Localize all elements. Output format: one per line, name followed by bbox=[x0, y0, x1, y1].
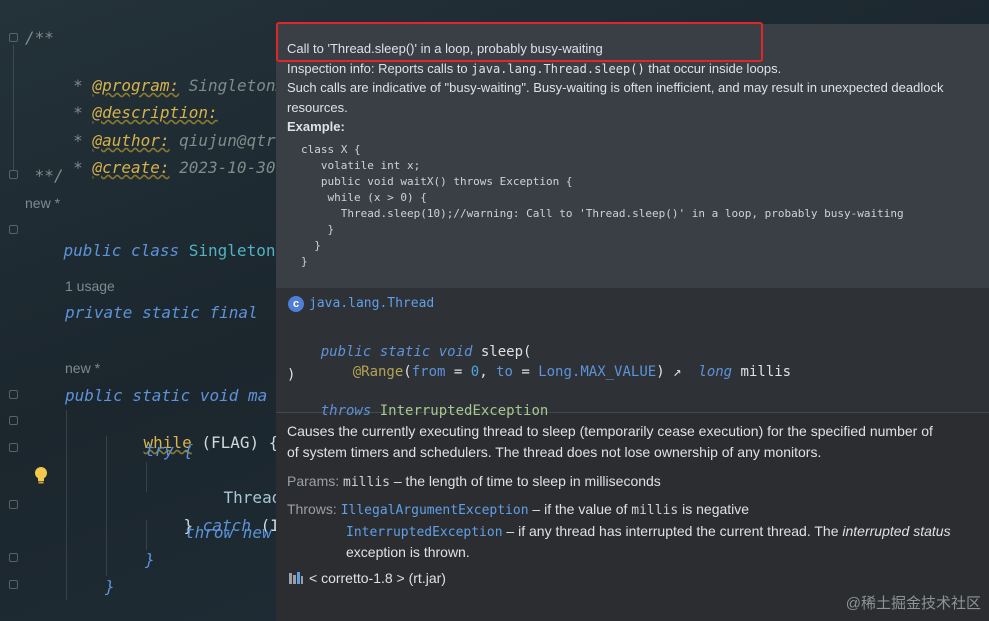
annotation-value[interactable]: Long.MAX_VALUE bbox=[538, 364, 656, 380]
author-hint[interactable]: new * bbox=[25, 195, 60, 211]
param-name: millis bbox=[343, 475, 390, 490]
code-line: /** bbox=[25, 28, 54, 47]
code-line: public class SingletonDem bbox=[25, 221, 305, 281]
inspection-info-prefix: Inspection info: bbox=[287, 61, 375, 76]
inspection-info-text: that occur inside loops. bbox=[644, 61, 782, 76]
library-icon bbox=[289, 572, 303, 584]
highlight-box bbox=[276, 22, 763, 62]
params-label: Params: bbox=[287, 473, 340, 489]
class-link[interactable]: java.lang.Thread bbox=[309, 296, 434, 311]
throws-description: – if the value of bbox=[528, 501, 632, 517]
throws-description-italic: interrupted status bbox=[842, 523, 951, 539]
example-label: Example: bbox=[287, 119, 345, 134]
code-line: } bbox=[105, 577, 115, 596]
inspection-info-code: java.lang.Thread.sleep() bbox=[471, 62, 645, 76]
code-line: try { bbox=[145, 441, 194, 460]
code-line: * @create: 2023-10-30 18 bbox=[25, 138, 304, 198]
fold-marker[interactable] bbox=[9, 390, 18, 399]
fold-marker[interactable] bbox=[9, 443, 18, 452]
code-line: throw new bbox=[185, 523, 272, 542]
signature-punct: ) bbox=[656, 364, 665, 380]
author-hint[interactable]: new * bbox=[65, 360, 100, 376]
signature-punct: , bbox=[479, 364, 497, 380]
code-line: **/ bbox=[25, 166, 64, 185]
throws-label: Throws: bbox=[287, 501, 337, 517]
fold-marker[interactable] bbox=[9, 553, 18, 562]
doc-description: Causes the currently executing thread to… bbox=[287, 423, 933, 439]
indent-guide bbox=[66, 410, 67, 600]
keyword: public class bbox=[63, 241, 189, 260]
fold-marker[interactable] bbox=[9, 580, 18, 589]
code-text: (FLAG) { bbox=[191, 433, 279, 452]
exception-link[interactable]: InterruptedException bbox=[346, 525, 503, 540]
throws-row: exception is thrown. bbox=[346, 544, 470, 560]
params-row: Params: millis – the length of time to s… bbox=[287, 473, 661, 490]
exception-type[interactable]: InterruptedException bbox=[371, 403, 549, 419]
signature-punct: ( bbox=[403, 364, 412, 380]
code-line: private static final bbox=[65, 303, 258, 322]
code-line: } bbox=[145, 550, 155, 569]
fold-marker[interactable] bbox=[9, 416, 18, 425]
signature-keyword: throws bbox=[320, 403, 372, 419]
annotation-param: to bbox=[496, 364, 513, 380]
external-link-icon[interactable]: ↗ bbox=[673, 364, 681, 380]
param-description: – the length of time to sleep in millise… bbox=[389, 473, 661, 489]
example-code: class X { volatile int x; public void wa… bbox=[301, 143, 904, 268]
method-signature-line: ) bbox=[287, 367, 296, 383]
class-icon: c bbox=[288, 296, 304, 312]
inspection-info-text: Reports calls to bbox=[374, 61, 472, 76]
signature-punct: = bbox=[512, 364, 539, 380]
throws-row: InterruptedException – if any thread has… bbox=[346, 523, 951, 540]
annotation[interactable]: @Range bbox=[353, 364, 404, 380]
fold-marker[interactable] bbox=[9, 170, 18, 179]
signature-punct: = bbox=[445, 364, 471, 380]
javadoc-tag: @create: bbox=[92, 158, 170, 177]
exception-link[interactable]: IllegalArgumentException bbox=[341, 503, 529, 518]
throws-description: – if any thread has interrupted the curr… bbox=[502, 523, 843, 539]
throws-description: is negative bbox=[678, 501, 750, 517]
annotation-param: from bbox=[411, 364, 446, 380]
inspection-info: Inspection info: Reports calls to java.l… bbox=[287, 61, 781, 76]
throws-row: Throws: IllegalArgumentException – if th… bbox=[287, 501, 749, 518]
param-name: millis bbox=[631, 503, 679, 518]
watermark: @稀土掘金技术社区 bbox=[845, 595, 981, 612]
gutter-line bbox=[13, 45, 14, 170]
code-line: public static void ma bbox=[65, 386, 268, 405]
fold-marker[interactable] bbox=[9, 500, 18, 509]
comment-star: * bbox=[63, 158, 93, 177]
param-name: millis bbox=[732, 364, 792, 380]
fold-marker[interactable] bbox=[9, 33, 18, 42]
doc-description: of system timers and schedulers. The thr… bbox=[287, 444, 822, 460]
inspection-info-line: Such calls are indicative of "busy-waiti… bbox=[287, 80, 944, 95]
usages-hint[interactable]: 1 usage bbox=[65, 278, 115, 294]
library-source[interactable]: < corretto-1.8 > (rt.jar) bbox=[309, 570, 446, 586]
lightbulb-icon[interactable] bbox=[32, 465, 50, 485]
param-type: long bbox=[698, 364, 733, 380]
inspection-info-line: resources. bbox=[287, 100, 348, 115]
annotation-value: 0 bbox=[470, 364, 480, 380]
quick-documentation-popup[interactable]: Call to 'Thread.sleep()' in a loop, prob… bbox=[276, 24, 989, 621]
fold-marker[interactable] bbox=[9, 225, 18, 234]
